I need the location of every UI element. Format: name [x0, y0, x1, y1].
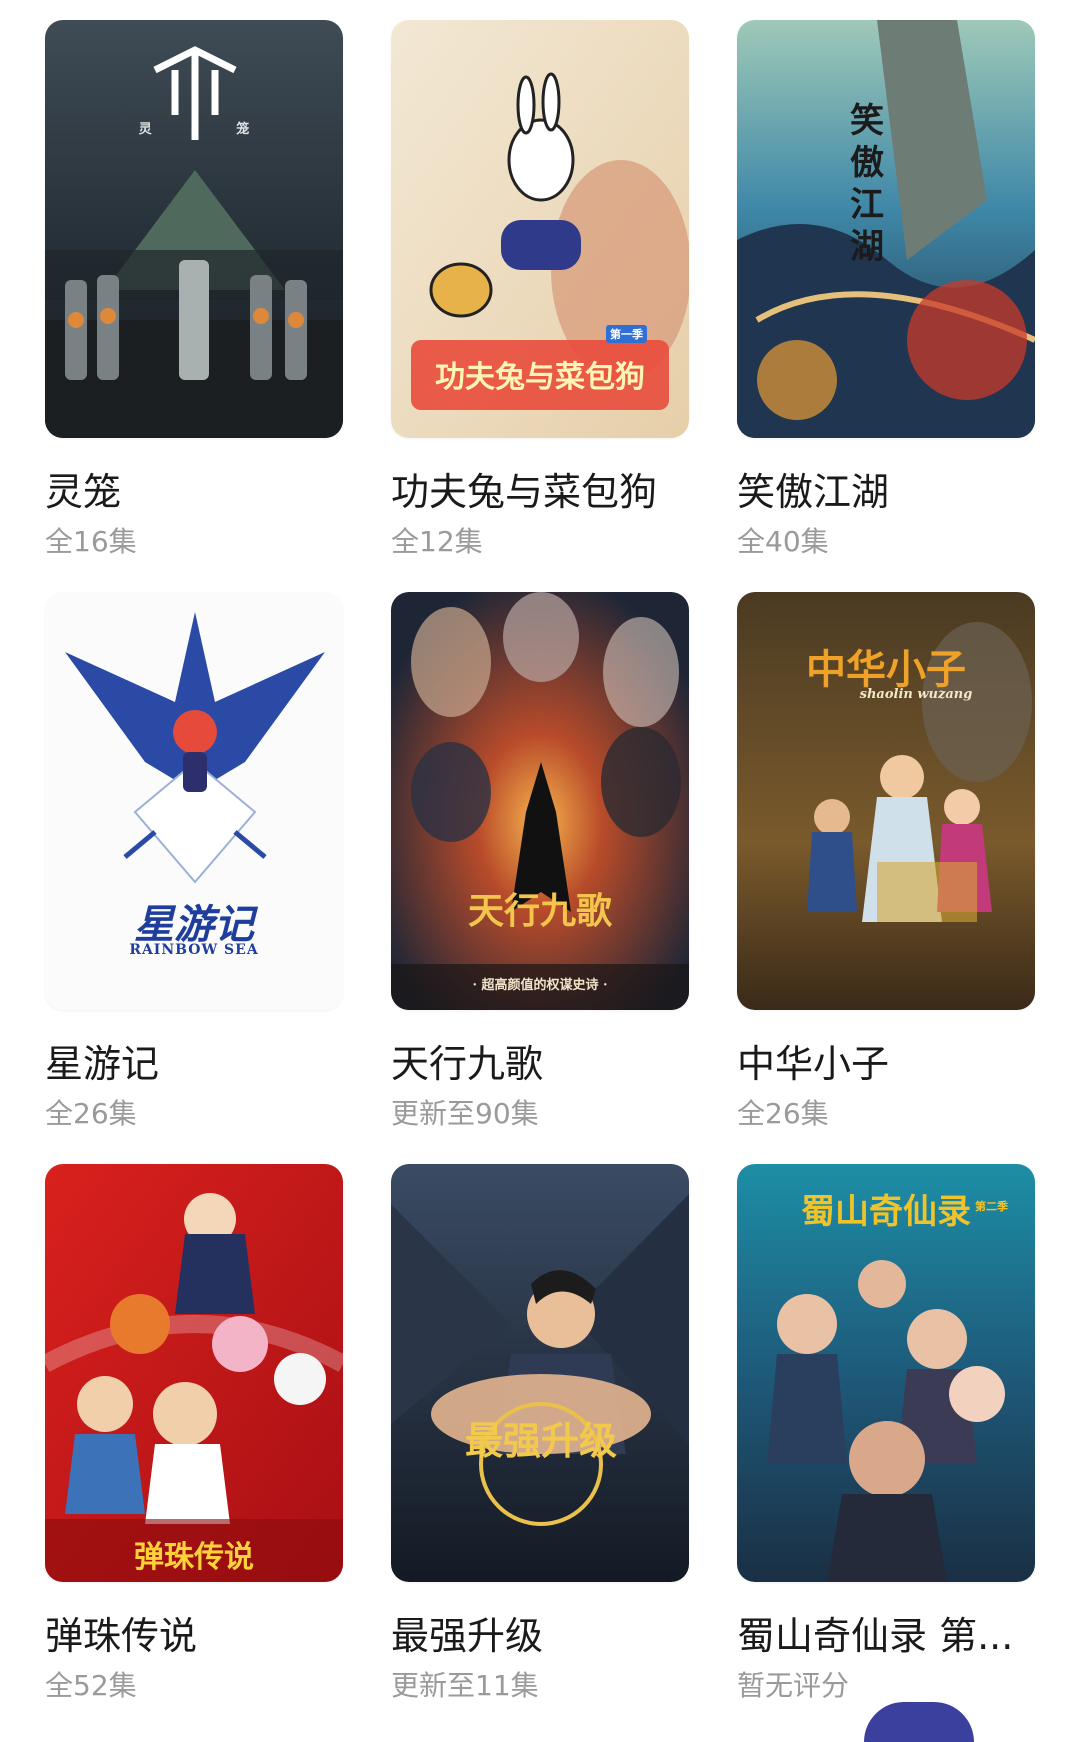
video-title[interactable]: 功夫兔与菜包狗	[391, 470, 689, 514]
video-card[interactable]: 蜀山奇仙录 第二季 蜀山奇仙录 第... 暂无评分	[737, 1164, 1035, 1736]
shaolin-poster-image[interactable]: 中华小子 shaolin wuzang	[737, 592, 1035, 1010]
episode-count: 全40集	[737, 525, 829, 558]
video-card[interactable]: 弹珠传说 弹珠传说 全52集	[45, 1164, 343, 1736]
video-title[interactable]: 最强升级	[391, 1614, 689, 1658]
episode-count: 全12集	[391, 525, 483, 558]
episode-count: 暂无评分	[737, 1669, 850, 1702]
swordsman-poster-image[interactable]: 笑傲江湖	[737, 20, 1035, 438]
video-card[interactable]: 笑傲江湖 笑傲江湖 全40集	[737, 20, 1035, 592]
rainbow-sea-poster-image[interactable]: 星游记 RAINBOW SEA	[45, 592, 343, 1010]
video-title[interactable]: 蜀山奇仙录 第...	[737, 1614, 1035, 1658]
video-card[interactable]: 灵 笼 灵笼 全16集	[45, 20, 343, 592]
episode-count: 全52集	[45, 1669, 137, 1702]
video-card[interactable]: 天行九歌 · 超高颜值的权谋史诗 · 天行九歌 更新至90集	[391, 592, 689, 1164]
poster-title: 笑傲江湖	[850, 101, 884, 267]
video-title[interactable]: 天行九歌	[391, 1042, 689, 1086]
episode-count: 全26集	[45, 1097, 137, 1130]
video-card[interactable]: 星游记 RAINBOW SEA 星游记 全26集	[45, 592, 343, 1164]
poster-subtitle: shaolin wuzang	[859, 687, 973, 702]
video-card[interactable]: 中华小子 shaolin wuzang 中华小子 全26集	[737, 592, 1035, 1164]
video-title[interactable]: 中华小子	[737, 1042, 1035, 1086]
video-grid: 灵 笼 灵笼 全16集 功夫兔与菜包狗 第一季 功夫兔与菜包狗 全12集 笑傲江…	[45, 20, 1035, 1736]
season-badge: 第二季	[975, 1200, 1008, 1213]
shushan-poster-image[interactable]: 蜀山奇仙录 第二季	[737, 1164, 1035, 1582]
lingcage-poster-image[interactable]: 灵 笼	[45, 20, 343, 438]
poster-title: 最强升级	[464, 1418, 617, 1463]
tianxing-poster-image[interactable]: 天行九歌 · 超高颜值的权谋史诗 ·	[391, 592, 689, 1010]
poster-title: 天行九歌	[467, 890, 612, 932]
video-title[interactable]: 灵笼	[45, 470, 343, 514]
marble-legend-poster-image[interactable]: 弹珠传说	[45, 1164, 343, 1582]
episode-count: 更新至90集	[391, 1097, 539, 1130]
kungfu-rabbit-poster-image[interactable]: 功夫兔与菜包狗 第一季	[391, 20, 689, 438]
video-title[interactable]: 星游记	[45, 1042, 343, 1086]
strongest-upgrade-poster-image[interactable]: 最强升级	[391, 1164, 689, 1582]
poster-title: 灵 笼	[138, 122, 290, 137]
episode-count: 更新至11集	[391, 1669, 539, 1702]
poster-tagline: · 超高颜值的权谋史诗 ·	[472, 978, 608, 993]
poster-title: 弹珠传说	[134, 1540, 254, 1575]
video-card[interactable]: 最强升级 最强升级 更新至11集	[391, 1164, 689, 1736]
poster-title: 功夫兔与菜包狗	[435, 360, 645, 395]
poster-subtitle: RAINBOW SEA	[129, 942, 259, 958]
video-title[interactable]: 笑傲江湖	[737, 470, 1035, 514]
season-badge: 第一季	[606, 325, 647, 343]
episode-count: 全16集	[45, 525, 137, 558]
episode-count: 全26集	[737, 1097, 829, 1130]
video-card[interactable]: 功夫兔与菜包狗 第一季 功夫兔与菜包狗 全12集	[391, 20, 689, 592]
video-title[interactable]: 弹珠传说	[45, 1614, 343, 1658]
